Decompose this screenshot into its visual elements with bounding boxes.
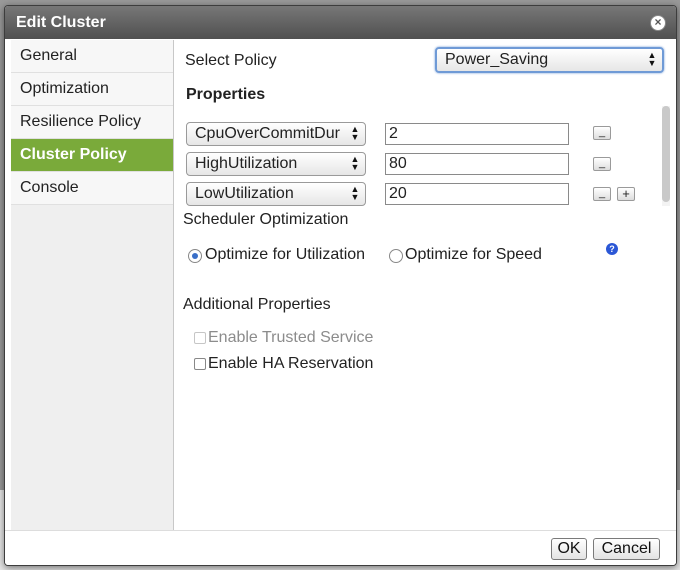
optimize-speed-label[interactable]: Optimize for Speed [405, 246, 542, 264]
property-key-value: CpuOverCommitDur [195, 125, 340, 142]
select-policy-label: Select Policy [185, 52, 277, 69]
sidebar-item-cluster-policy[interactable]: Cluster Policy [11, 139, 173, 172]
optimize-utilization-radio[interactable] [188, 249, 202, 263]
ha-reservation-label[interactable]: Enable HA Reservation [208, 355, 373, 373]
dialog-titlebar: Edit Cluster × [5, 6, 676, 39]
trusted-service-label: Enable Trusted Service [208, 329, 374, 346]
dialog-footer: OK Cancel [5, 530, 676, 565]
cluster-policy-panel: Select Policy Power_Saving ▲ ▼ Properties… [181, 40, 671, 530]
close-icon[interactable]: × [650, 15, 666, 31]
additional-properties-heading: Additional Properties [183, 296, 331, 313]
optimize-speed-radio[interactable] [389, 249, 403, 263]
ok-button[interactable]: OK [551, 538, 587, 560]
ha-reservation-checkbox[interactable] [194, 358, 206, 370]
property-key-select[interactable]: CpuOverCommitDur ▲ ▼ [186, 122, 366, 146]
sidebar-item-console[interactable]: Console [11, 172, 173, 205]
help-icon[interactable]: ? [606, 243, 618, 255]
scheduler-heading: Scheduler Optimization [183, 211, 349, 228]
dialog-title: Edit Cluster [16, 13, 106, 31]
property-value-input[interactable]: 2 [385, 123, 569, 145]
minus-icon[interactable]: _ [593, 157, 611, 171]
policy-select[interactable]: Power_Saving ▲ ▼ [435, 47, 664, 73]
select-arrows-icon: ▲ ▼ [350, 184, 360, 202]
scroll-thumb[interactable] [662, 106, 670, 202]
property-key-value: HighUtilization [195, 155, 298, 172]
property-key-select[interactable]: LowUtilization ▲ ▼ [186, 182, 366, 206]
optimize-utilization-label[interactable]: Optimize for Utilization [205, 246, 365, 264]
property-key-select[interactable]: HighUtilization ▲ ▼ [186, 152, 366, 176]
sidebar: General Optimization Resilience Policy C… [11, 40, 174, 530]
select-arrows-icon: ▲ ▼ [350, 124, 360, 142]
sidebar-item-optimization[interactable]: Optimization [11, 73, 173, 106]
policy-select-value: Power_Saving [445, 51, 549, 68]
plus-icon[interactable]: + [617, 187, 635, 201]
property-value-input[interactable]: 80 [385, 153, 569, 175]
properties-heading: Properties [186, 86, 266, 103]
property-key-value: LowUtilization [195, 185, 294, 202]
select-arrows-icon: ▲ ▼ [647, 50, 657, 68]
cancel-button[interactable]: Cancel [593, 538, 660, 560]
edit-cluster-dialog: Edit Cluster × General Optimization Resi… [4, 5, 677, 566]
properties-scrollbar[interactable] [662, 106, 670, 206]
select-arrows-icon: ▲ ▼ [350, 154, 360, 172]
trusted-service-checkbox [194, 332, 206, 344]
sidebar-item-resilience-policy[interactable]: Resilience Policy [11, 106, 173, 139]
sidebar-item-general[interactable]: General [11, 40, 173, 73]
minus-icon[interactable]: _ [593, 187, 611, 201]
minus-icon[interactable]: _ [593, 126, 611, 140]
property-value-input[interactable]: 20 [385, 183, 569, 205]
